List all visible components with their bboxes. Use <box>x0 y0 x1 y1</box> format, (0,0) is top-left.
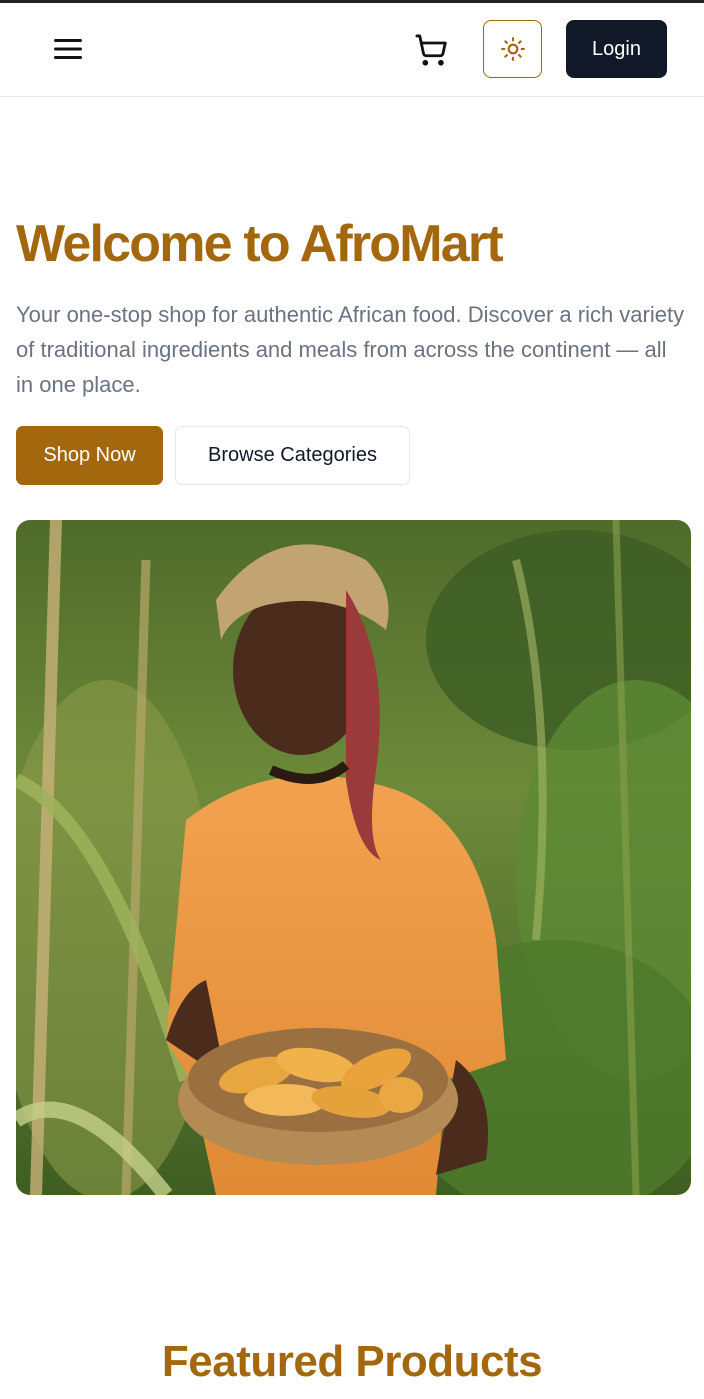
hero-title: Welcome to AfroMart <box>16 215 504 273</box>
hamburger-menu-icon <box>54 39 82 59</box>
hero-description: Your one-stop shop for authentic African… <box>16 302 685 397</box>
menu-button[interactable] <box>44 25 92 73</box>
shopping-cart-icon <box>415 34 447 66</box>
hero-image <box>16 520 691 1195</box>
site-header: Login <box>0 3 704 97</box>
featured-products-heading: Featured Products <box>161 1337 543 1386</box>
login-button[interactable]: Login <box>566 20 667 78</box>
cart-button[interactable] <box>406 25 456 75</box>
shop-now-button[interactable]: Shop Now <box>16 426 163 485</box>
browse-categories-button[interactable]: Browse Categories <box>175 426 410 485</box>
theme-toggle-button[interactable] <box>483 20 542 78</box>
sun-icon <box>500 37 525 61</box>
